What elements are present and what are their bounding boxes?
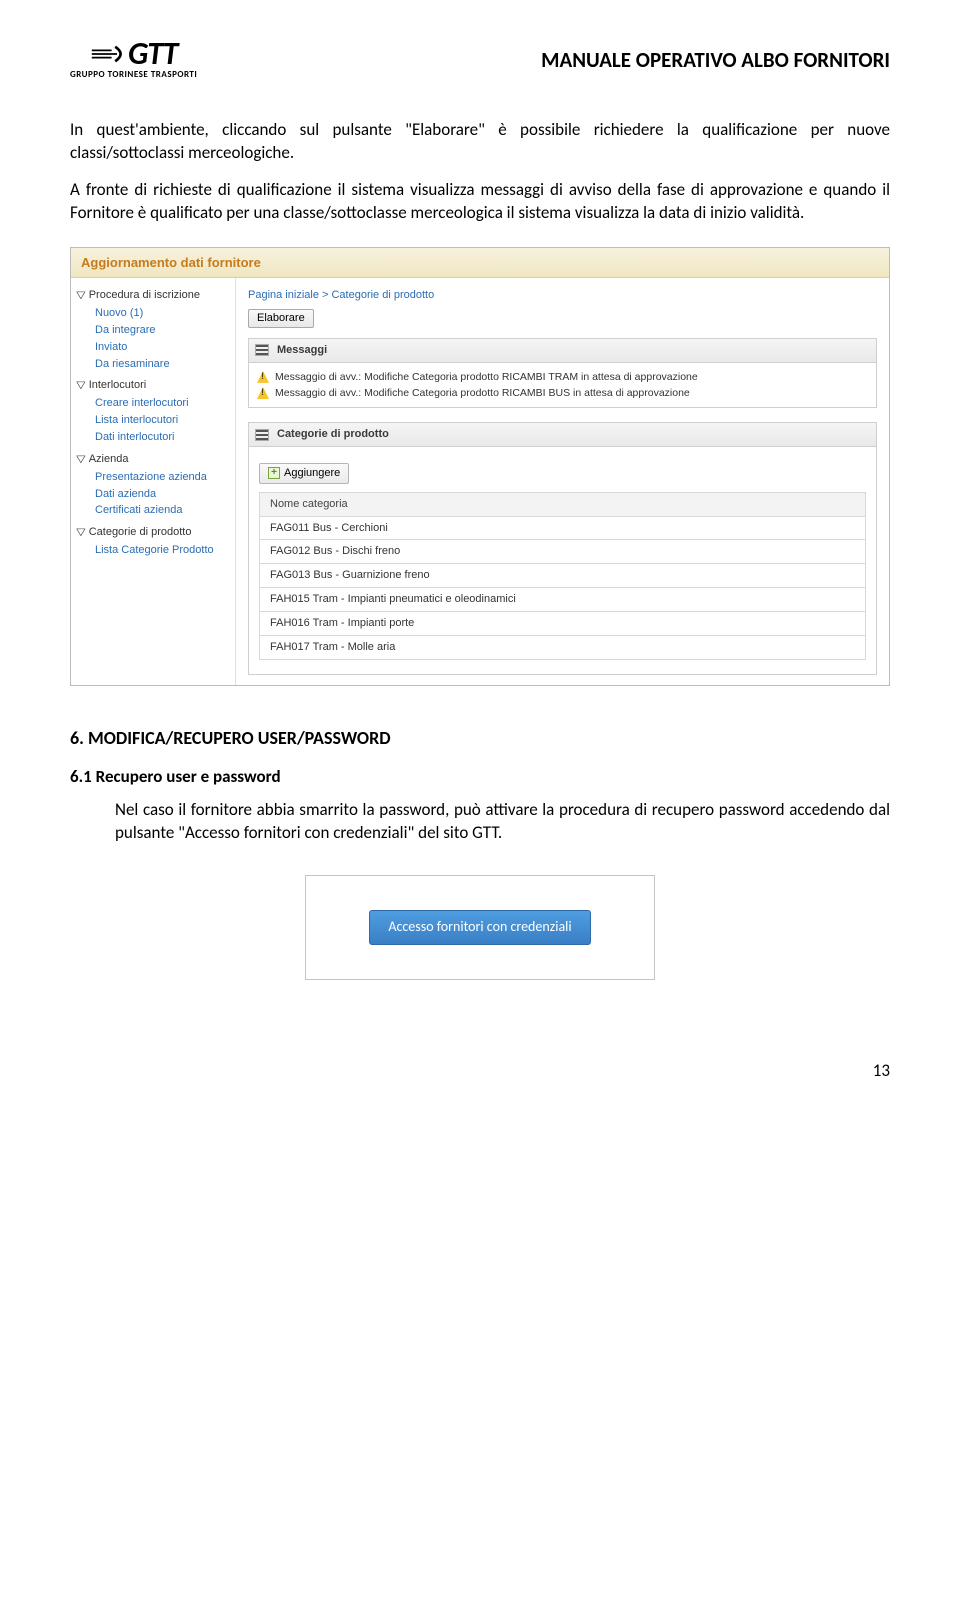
add-button[interactable]: + Aggiungere: [259, 463, 349, 484]
messages-label: Messaggi: [277, 343, 327, 358]
categories-panel: + Aggiungere Nome categoria FAG011 Bus -…: [248, 447, 877, 675]
caret-icon: ▽: [76, 526, 85, 540]
category-name-cell: FAG011 Bus - Cerchioni: [260, 516, 866, 540]
categories-panel-header: Categorie di prodotto: [248, 422, 877, 447]
main-panel: Pagina iniziale > Categorie di prodotto …: [236, 278, 889, 684]
warning-icon: [257, 371, 269, 383]
category-name-cell: FAG012 Bus - Dischi freno: [260, 540, 866, 564]
screenshot-title-bar: Aggiornamento dati fornitore: [71, 248, 889, 279]
section-6-1-body: Nel caso il fornitore abbia smarrito la …: [115, 799, 890, 845]
sidebar-item[interactable]: Nuovo (1): [77, 305, 231, 322]
caret-icon: ▽: [76, 453, 85, 467]
paragraph-1: In quest'ambiente, cliccando sul pulsant…: [70, 119, 890, 165]
messages-list: Messaggio di avv.: Modifiche Categoria p…: [248, 363, 877, 408]
login-button-frame: Accesso fornitori con credenziali: [305, 875, 655, 980]
embedded-screenshot: Aggiornamento dati fornitore ▽Procedura …: [70, 247, 890, 686]
categories-label: Categorie di prodotto: [277, 427, 389, 442]
add-button-label: Aggiungere: [284, 466, 340, 481]
table-row[interactable]: FAG012 Bus - Dischi freno: [260, 540, 866, 564]
sidebar-group-title[interactable]: ▽Interlocutori: [77, 378, 231, 393]
sidebar-item[interactable]: Certificati azienda: [77, 502, 231, 519]
sidebar-item[interactable]: Presentazione azienda: [77, 469, 231, 486]
logo-text: GTT: [128, 40, 177, 69]
table-header-name: Nome categoria: [260, 492, 866, 516]
sidebar-item[interactable]: Da riesaminare: [77, 356, 231, 373]
sidebar-item[interactable]: Lista interlocutori: [77, 412, 231, 429]
sidebar-item[interactable]: Inviato: [77, 339, 231, 356]
panel-collapse-icon[interactable]: [255, 429, 269, 441]
sidebar-item[interactable]: Dati azienda: [77, 486, 231, 503]
caret-icon: ▽: [76, 289, 85, 303]
categories-table: Nome categoria FAG011 Bus - CerchioniFAG…: [259, 492, 866, 660]
message-text: Messaggio di avv.: Modifiche Categoria p…: [275, 370, 698, 384]
access-suppliers-button[interactable]: Accesso fornitori con credenziali: [369, 910, 590, 945]
table-row[interactable]: FAG011 Bus - Cerchioni: [260, 516, 866, 540]
section-6-1-heading: 6.1 Recupero user e password: [70, 766, 890, 789]
elaborare-button[interactable]: Elaborare: [248, 309, 314, 328]
table-row[interactable]: FAH015 Tram - Impianti pneumatici e oleo…: [260, 588, 866, 612]
paragraph-2: A fronte di richieste di qualificazione …: [70, 179, 890, 225]
plus-icon: +: [268, 467, 280, 479]
warning-icon: [257, 387, 269, 399]
table-row[interactable]: FAH017 Tram - Molle aria: [260, 635, 866, 659]
sidebar-group-title[interactable]: ▽Procedura di iscrizione: [77, 288, 231, 303]
message-line: Messaggio di avv.: Modifiche Categoria p…: [257, 369, 868, 385]
page-number: 13: [70, 1060, 890, 1083]
category-name-cell: FAG013 Bus - Guarnizione freno: [260, 564, 866, 588]
document-title: MANUALE OPERATIVO ALBO FORNITORI: [541, 46, 890, 74]
caret-icon: ▽: [76, 379, 85, 393]
category-name-cell: FAH015 Tram - Impianti pneumatici e oleo…: [260, 588, 866, 612]
message-line: Messaggio di avv.: Modifiche Categoria p…: [257, 385, 868, 401]
logo-wing-icon: [90, 45, 126, 63]
message-text: Messaggio di avv.: Modifiche Categoria p…: [275, 386, 690, 400]
sidebar-item[interactable]: Da integrare: [77, 322, 231, 339]
sidebar-group-title[interactable]: ▽Categorie di prodotto: [77, 525, 231, 540]
sidebar: ▽Procedura di iscrizione Nuovo (1)Da inte…: [71, 278, 236, 684]
table-row[interactable]: FAG013 Bus - Guarnizione freno: [260, 564, 866, 588]
breadcrumb[interactable]: Pagina iniziale > Categorie di prodotto: [248, 288, 877, 303]
table-row[interactable]: FAH016 Tram - Impianti porte: [260, 612, 866, 636]
category-name-cell: FAH016 Tram - Impianti porte: [260, 612, 866, 636]
logo-subtitle: GRUPPO TORINESE TRASPORTI: [70, 69, 197, 81]
page-header: GTT GRUPPO TORINESE TRASPORTI MANUALE OP…: [70, 40, 890, 81]
category-name-cell: FAH017 Tram - Molle aria: [260, 635, 866, 659]
gtt-logo: GTT GRUPPO TORINESE TRASPORTI: [70, 40, 197, 81]
sidebar-item[interactable]: Creare interlocutori: [77, 395, 231, 412]
panel-collapse-icon[interactable]: [255, 344, 269, 356]
messages-panel-header: Messaggi: [248, 338, 877, 363]
section-6-heading: 6. MODIFICA/RECUPERO USER/PASSWORD: [70, 726, 890, 750]
sidebar-item[interactable]: Lista Categorie Prodotto: [77, 542, 231, 559]
sidebar-group-title[interactable]: ▽Azienda: [77, 452, 231, 467]
sidebar-item[interactable]: Dati interlocutori: [77, 429, 231, 446]
